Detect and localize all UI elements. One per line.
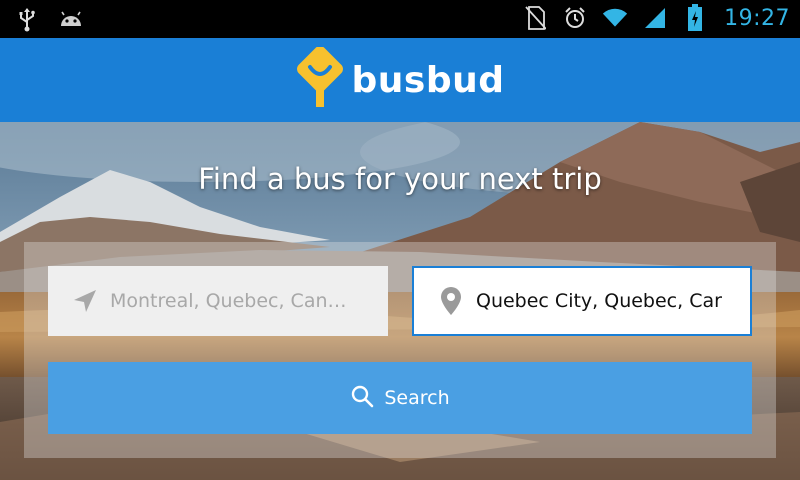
search-panel: Search: [24, 242, 776, 458]
signal-icon: [642, 4, 668, 32]
search-button-label: Search: [384, 387, 450, 409]
busbud-logo-icon: [296, 46, 344, 113]
hero-headline: Find a bus for your next trip: [198, 162, 602, 196]
status-clock: 19:27: [724, 5, 790, 31]
wifi-icon: [602, 4, 628, 32]
brand-name: busbud: [351, 59, 505, 101]
search-icon: [350, 384, 374, 413]
battery-icon: [682, 4, 708, 32]
origin-input[interactable]: [110, 290, 360, 312]
usb-icon: [14, 6, 40, 34]
destination-field[interactable]: [412, 266, 752, 336]
app-header: busbud: [0, 38, 800, 122]
destination-input[interactable]: [476, 290, 726, 312]
no-sim-icon: [522, 4, 548, 32]
status-bar: 19:27: [0, 0, 800, 38]
android-icon: [58, 6, 84, 34]
location-pin-icon: [426, 266, 476, 336]
origin-field[interactable]: [48, 266, 388, 336]
search-button[interactable]: Search: [48, 362, 752, 434]
navigation-arrow-icon: [60, 266, 110, 336]
brand-logo[interactable]: busbud: [296, 46, 505, 113]
alarm-icon: [562, 4, 588, 32]
